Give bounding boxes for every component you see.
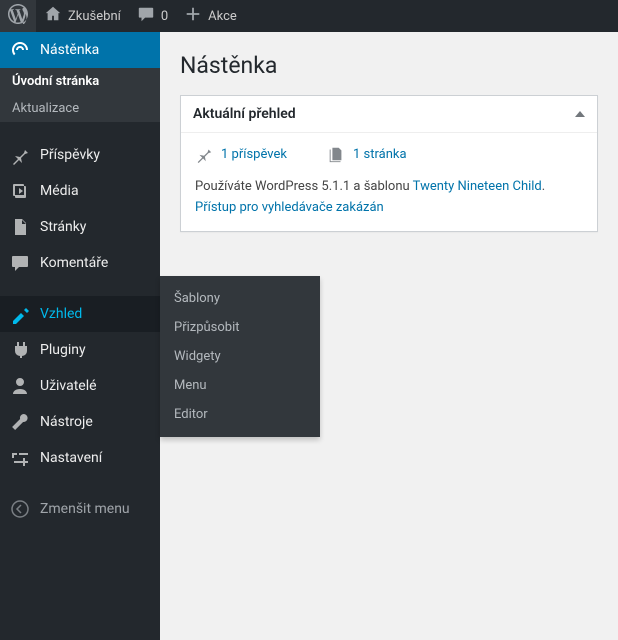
menu-posts-label: Příspěvky (40, 147, 100, 163)
postbox-header[interactable]: Aktuální přehled (181, 96, 597, 133)
comment-icon (137, 5, 155, 27)
wp-version-text: Používáte WordPress 5.1.1 a šablonu Twen… (195, 177, 583, 198)
wp-text-pre: Používáte WordPress 5.1.1 a šablonu (195, 179, 413, 194)
page-title: Nástěnka (180, 52, 598, 79)
users-icon (10, 376, 30, 396)
wordpress-icon (8, 4, 28, 28)
theme-link[interactable]: Twenty Nineteen Child (413, 179, 542, 194)
menu-users-label: Uživatelé (40, 378, 97, 394)
dashboard-icon (10, 40, 30, 60)
at-a-glance-box: Aktuální přehled 1 příspěvek 1 stránka (180, 95, 598, 232)
menu-pages[interactable]: Stránky (0, 209, 160, 245)
tools-icon (10, 412, 30, 432)
page-icon (327, 145, 345, 163)
post-count-text: 1 příspěvek (221, 147, 287, 162)
appearance-icon (10, 304, 30, 324)
page-count-link[interactable]: 1 stránka (327, 145, 407, 163)
menu-users[interactable]: Uživatelé (0, 368, 160, 404)
post-count-link[interactable]: 1 příspěvek (195, 145, 287, 163)
page-count-text: 1 stránka (353, 147, 407, 162)
menu-posts[interactable]: Příspěvky (0, 137, 160, 173)
collapse-menu[interactable]: Zmenšit menu (0, 491, 160, 527)
menu-settings[interactable]: Nastavení (0, 440, 160, 476)
menu-pages-label: Stránky (40, 219, 86, 235)
page-icon (10, 217, 30, 237)
collapse-icon (10, 499, 30, 519)
collapse-label: Zmenšit menu (40, 501, 130, 517)
pin-icon (195, 145, 213, 163)
search-engines-line: Přístup pro vyhledávače zakázán (195, 198, 583, 219)
plus-icon (184, 5, 202, 27)
search-engines-link[interactable]: Přístup pro vyhledávače zakázán (195, 200, 384, 215)
menu-plugins[interactable]: Pluginy (0, 332, 160, 368)
menu-separator (0, 127, 160, 132)
comments-icon (10, 253, 30, 273)
site-name-text: Zkušební (68, 9, 121, 24)
plugin-icon (10, 340, 30, 360)
wp-text-post: . (542, 179, 545, 194)
wp-logo-menu[interactable] (0, 0, 36, 32)
menu-appearance[interactable]: Vzhled (0, 296, 160, 332)
toggle-up-icon[interactable] (575, 111, 585, 117)
new-content-label: Akce (208, 9, 237, 24)
menu-dashboard-label: Nástěnka (40, 42, 99, 58)
menu-dashboard[interactable]: Nástěnka (0, 32, 160, 68)
adminbar-site-name[interactable]: Zkušební (36, 0, 129, 32)
menu-media-label: Média (40, 183, 79, 199)
settings-icon (10, 448, 30, 468)
menu-settings-label: Nastavení (40, 450, 102, 466)
menu-appearance-label: Vzhled (40, 306, 82, 322)
menu-separator (0, 481, 160, 486)
submenu-home[interactable]: Úvodní stránka (0, 68, 160, 95)
home-icon (44, 5, 62, 27)
menu-comments-label: Komentáře (40, 255, 108, 271)
adminbar-new-content[interactable]: Akce (176, 0, 245, 32)
menu-comments[interactable]: Komentáře (0, 245, 160, 281)
adminbar-comments[interactable]: 0 (129, 0, 176, 32)
menu-media[interactable]: Média (0, 173, 160, 209)
postbox-body: 1 příspěvek 1 stránka Používáte WordPres… (181, 133, 597, 231)
submenu-updates[interactable]: Aktualizace (0, 95, 160, 122)
pin-icon (10, 145, 30, 165)
media-icon (10, 181, 30, 201)
main-content: Nástěnka Aktuální přehled 1 příspěvek 1 … (160, 32, 618, 640)
menu-plugins-label: Pluginy (40, 342, 86, 358)
admin-sidebar: Nástěnka Úvodní stránka Aktualizace Přís… (0, 32, 160, 640)
adminbar: Zkušební 0 Akce (0, 0, 618, 32)
menu-tools[interactable]: Nástroje (0, 404, 160, 440)
menu-separator (0, 286, 160, 291)
comment-count: 0 (161, 9, 168, 24)
postbox-heading: Aktuální přehled (193, 106, 296, 122)
counts-row: 1 příspěvek 1 stránka (195, 145, 583, 163)
menu-tools-label: Nástroje (40, 414, 93, 430)
dashboard-submenu: Úvodní stránka Aktualizace (0, 68, 160, 122)
